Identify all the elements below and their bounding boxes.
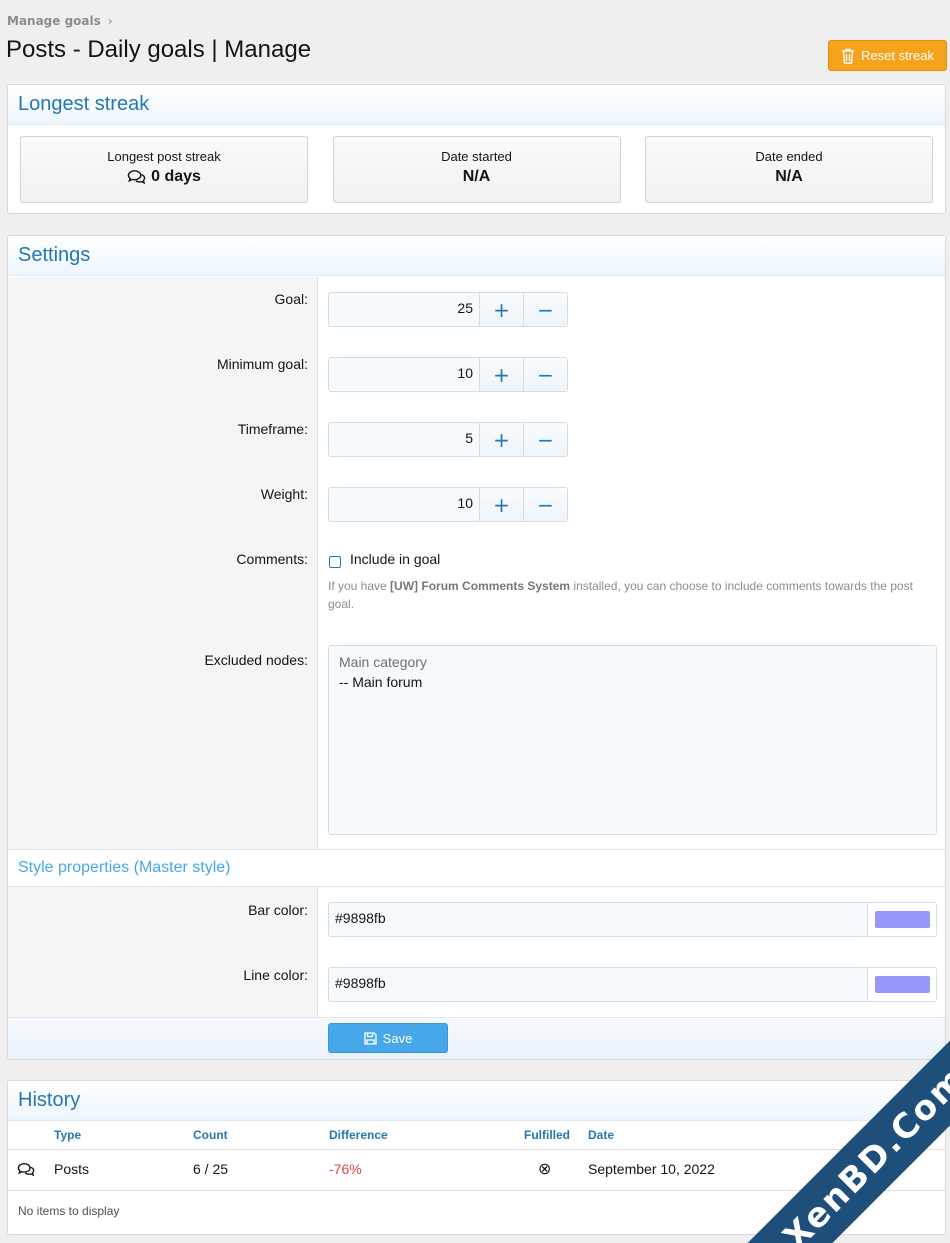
history-header: History [8, 1081, 945, 1121]
save-label: Save [382, 1030, 413, 1046]
stat-value: N/A [462, 168, 491, 185]
minus-icon[interactable]: − [523, 488, 567, 521]
chevron-right-icon: › [107, 14, 113, 28]
line-color-swatch[interactable] [874, 976, 930, 993]
timeframe-stepper[interactable]: 5 + − [328, 422, 568, 457]
settings-header: Settings [8, 236, 945, 276]
page-title: Posts - Daily goals | Manage [6, 36, 312, 63]
goal-input[interactable]: 25 [329, 293, 479, 326]
reset-streak-label: Reset streak [861, 48, 934, 63]
fulfilled-no-icon: ⊗ [538, 1161, 552, 1178]
minimum-goal-label: Minimum goal: [216, 356, 308, 372]
line-color-label: Line color: [243, 967, 308, 983]
date-ended-box: Date ended N/A [645, 136, 933, 203]
weight-label: Weight: [260, 486, 308, 502]
plus-icon[interactable]: + [479, 423, 523, 456]
column-type[interactable]: Type [54, 1128, 81, 1142]
bar-color-swatch[interactable] [874, 911, 930, 928]
trash-icon [842, 48, 854, 64]
minus-icon[interactable]: − [523, 423, 567, 456]
weight-input[interactable]: 10 [329, 488, 479, 521]
weight-stepper[interactable]: 10 + − [328, 487, 568, 522]
minimum-goal-stepper[interactable]: 10 + − [328, 357, 568, 392]
bar-color-field[interactable]: #9898fb [328, 902, 937, 937]
cell-type: Posts [54, 1161, 90, 1177]
cell-date: September 10, 2022 [588, 1161, 715, 1177]
breadcrumb-item[interactable]: Manage goals [7, 14, 101, 28]
column-fulfilled[interactable]: Fulfilled [524, 1128, 570, 1142]
history-block: History Type Count Difference Fulfilled … [7, 1080, 946, 1235]
history-table-header: Type Count Difference Fulfilled Date [8, 1122, 945, 1150]
settings-block: Settings Goal: 25 + − Minimum goal: 10 +… [7, 235, 946, 1060]
longest-streak-block: Longest streak Longest post streak 0 day… [7, 84, 946, 214]
line-color-field[interactable]: #9898fb [328, 967, 937, 1002]
minus-icon[interactable]: − [523, 293, 567, 326]
cell-count: 6 / 25 [193, 1161, 229, 1177]
column-count[interactable]: Count [193, 1128, 228, 1142]
option-main-forum[interactable]: -- Main forum [339, 674, 926, 690]
excluded-nodes-label: Excluded nodes: [204, 652, 308, 668]
bar-color-label: Bar color: [248, 902, 308, 918]
comments-icon [17, 1162, 35, 1180]
save-icon [364, 1031, 377, 1045]
cell-difference: -76% [329, 1161, 362, 1177]
stat-label: Date ended [755, 149, 823, 164]
timeframe-input[interactable]: 5 [329, 423, 479, 456]
comments-hint: If you have [UW] Forum Comments System i… [328, 579, 913, 611]
table-row: Posts 6 / 25 -76% ⊗ September 10, 2022 [8, 1151, 945, 1191]
stat-value: 0 days [151, 168, 201, 185]
date-started-box: Date started N/A [332, 136, 621, 203]
longest-post-streak-box: Longest post streak 0 days [20, 136, 308, 203]
comments-icon [127, 170, 146, 185]
settings-rows: Goal: 25 + − Minimum goal: 10 + − Timefr… [8, 277, 945, 850]
column-difference[interactable]: Difference [329, 1128, 388, 1142]
plus-icon[interactable]: + [479, 488, 523, 521]
line-color-input[interactable]: #9898fb [329, 968, 867, 1001]
timeframe-label: Timeframe: [237, 421, 308, 437]
minus-icon[interactable]: − [523, 358, 567, 391]
goal-stepper[interactable]: 25 + − [328, 292, 568, 327]
goal-label: Goal: [274, 291, 308, 307]
breadcrumb[interactable]: Manage goals › [7, 14, 113, 28]
plus-icon[interactable]: + [479, 358, 523, 391]
style-rows: Bar color: #9898fb Line color: #9898fb [8, 887, 945, 1018]
stat-label: Date started [441, 149, 512, 164]
minimum-goal-input[interactable]: 10 [329, 358, 479, 391]
reset-streak-button[interactable]: Reset streak [828, 40, 947, 71]
include-in-goal-checkbox[interactable] [329, 556, 341, 568]
save-button[interactable]: Save [328, 1023, 448, 1053]
plus-icon[interactable]: + [479, 293, 523, 326]
form-submit-row: Save [8, 1017, 945, 1059]
style-properties-header: Style properties (Master style) [8, 849, 945, 887]
comments-label: Comments: [236, 551, 308, 567]
excluded-nodes-select[interactable]: Main category -- Main forum [328, 645, 937, 835]
longest-streak-header: Longest streak [8, 85, 945, 125]
column-date[interactable]: Date [588, 1128, 614, 1142]
bar-color-input[interactable]: #9898fb [329, 903, 867, 936]
stat-label: Longest post streak [107, 149, 221, 164]
stat-value: N/A [775, 168, 803, 185]
option-group-main-category: Main category [339, 654, 427, 670]
no-items-text: No items to display [18, 1204, 120, 1218]
include-in-goal-label[interactable]: Include in goal [350, 551, 440, 567]
